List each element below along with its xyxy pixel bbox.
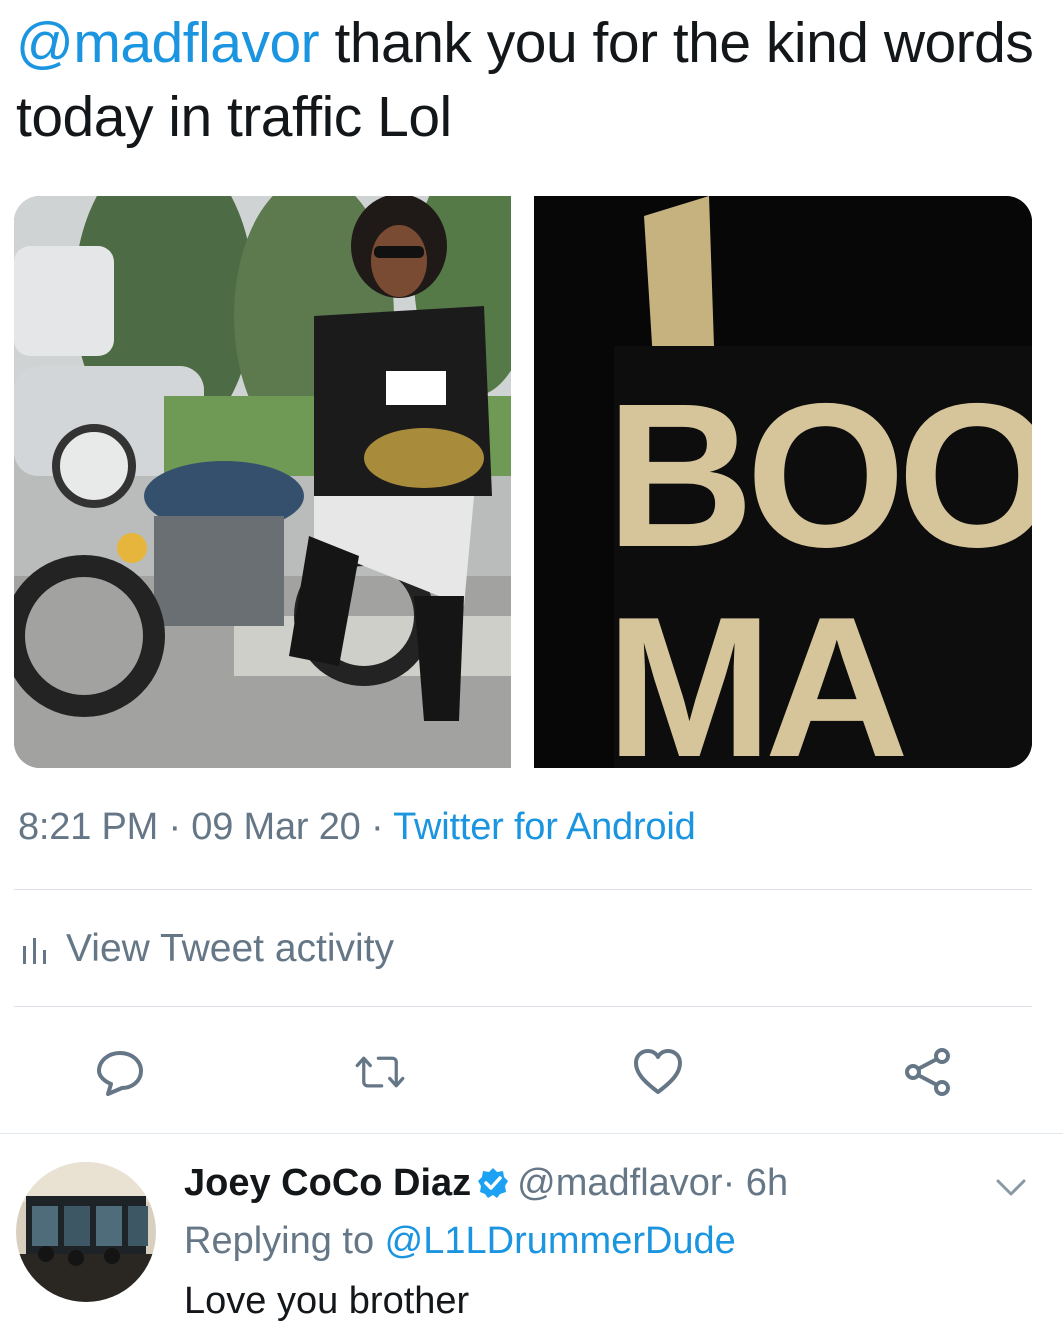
photo-man-motorcycle-image: [14, 196, 511, 768]
avatar-image: [16, 1162, 156, 1302]
bar-chart-icon: [23, 938, 46, 964]
booty-text-line2: MA: [606, 576, 905, 768]
tweet-text: @madflavor thank you for the kind words …: [16, 6, 1046, 154]
retweet-icon: [355, 1056, 405, 1088]
tweet-time: 8:21 PM: [18, 806, 159, 848]
avatar[interactable]: [16, 1162, 156, 1302]
share-button[interactable]: [902, 1046, 954, 1098]
media-photo-right[interactable]: BOO MA: [534, 196, 1032, 768]
divider: [14, 1006, 1032, 1007]
chevron-down-icon[interactable]: [994, 1172, 1028, 1202]
tweet-source-link[interactable]: Twitter for Android: [393, 806, 696, 848]
like-button[interactable]: [632, 1046, 684, 1098]
reply-button[interactable]: [94, 1046, 146, 1098]
reply-header: Joey CoCo Diaz @madflavor · 6h: [184, 1158, 788, 1208]
divider: [14, 889, 1032, 890]
photo-booty-man-closeup-image: BOO MA: [534, 196, 1032, 768]
speech-bubble-icon: [97, 1051, 143, 1096]
tweet-media: BOO MA: [14, 196, 1032, 768]
verified-badge-icon: [478, 1168, 509, 1198]
retweet-button[interactable]: [354, 1046, 406, 1098]
tweet-date: 09 Mar 20: [191, 806, 361, 848]
replying-to-link[interactable]: @L1LDrummerDude: [385, 1220, 736, 1262]
meta-separator: ·: [360, 806, 394, 848]
heart-icon: [634, 1049, 682, 1094]
reply-display-name[interactable]: Joey CoCo Diaz: [184, 1158, 471, 1208]
reply-handle[interactable]: @madflavor: [517, 1158, 722, 1208]
tweet-meta: 8:21 PM · 09 Mar 20 · Twitter for Androi…: [18, 806, 696, 849]
replying-to: Replying to @L1LDrummerDude: [184, 1214, 736, 1268]
media-photo-left[interactable]: [14, 196, 511, 768]
reply-text: Love you brother: [184, 1280, 470, 1322]
tweet-mention-link[interactable]: @madflavor: [16, 11, 320, 75]
meta-separator: ·: [158, 806, 192, 848]
replying-to-prefix: Replying to: [184, 1220, 385, 1262]
view-tweet-activity-button[interactable]: View Tweet activity: [20, 924, 394, 974]
divider: [0, 1133, 1063, 1134]
reply-time: · 6h: [722, 1162, 789, 1204]
share-icon: [905, 1048, 950, 1096]
booty-text-line1: BOO: [606, 361, 1032, 590]
view-tweet-activity-label: View Tweet activity: [66, 927, 395, 970]
